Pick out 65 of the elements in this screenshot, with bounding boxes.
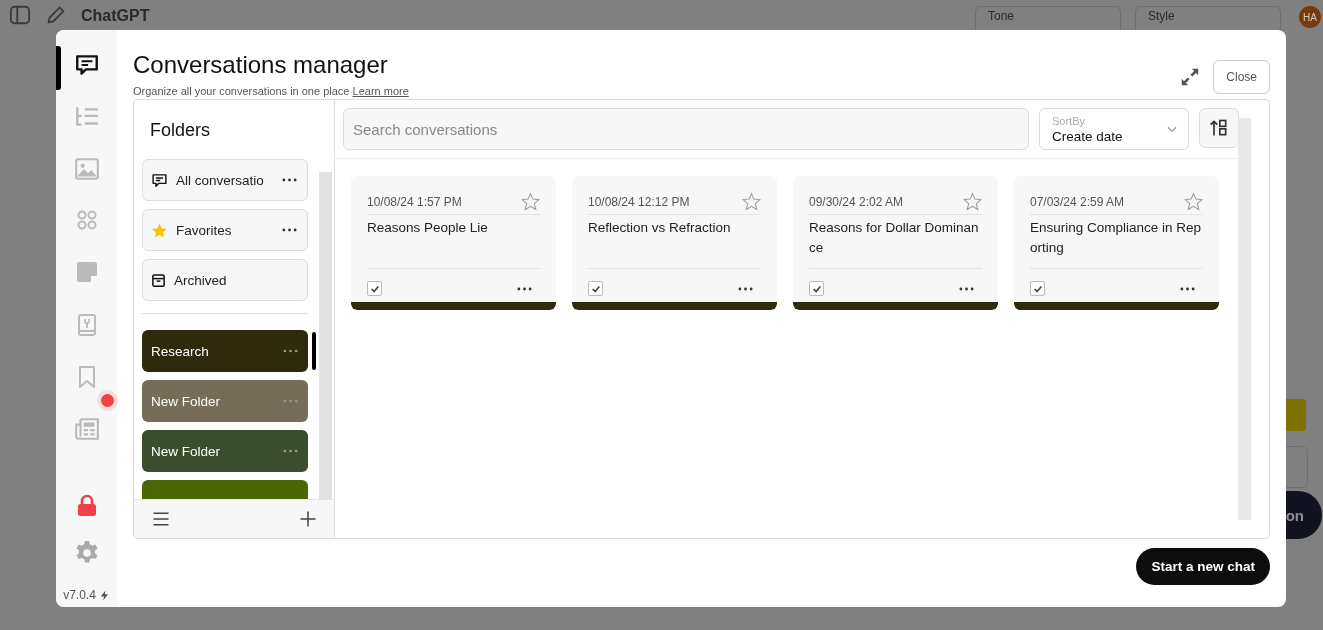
star-icon[interactable] [742, 192, 761, 211]
conversation-date: 09/30/24 2:02 AM [809, 194, 904, 209]
scrollbar[interactable] [1238, 118, 1251, 520]
checkbox[interactable] [588, 281, 603, 296]
checkmark-icon [1032, 283, 1043, 294]
sidebar-toggle-icon[interactable] [9, 4, 31, 26]
folder-item[interactable]: New Folder [142, 380, 308, 422]
star-icon[interactable] [521, 192, 540, 211]
checkmark-icon [590, 283, 601, 294]
star-icon[interactable] [1184, 192, 1203, 211]
checkmark-icon [369, 283, 380, 294]
more-options-icon[interactable] [282, 228, 297, 232]
checkmark-icon [811, 283, 822, 294]
folder-item[interactable]: Favorites [142, 209, 308, 251]
add-icon[interactable] [299, 510, 317, 528]
sticky-note-icon[interactable] [74, 260, 99, 284]
folder-label: Favorites [176, 222, 233, 238]
sort-direction-button[interactable] [1199, 108, 1239, 148]
start-new-chat-button[interactable]: Start a new chat [1136, 548, 1270, 585]
more-options-icon[interactable] [283, 349, 298, 353]
folder-item[interactable]: All conversatio [142, 159, 308, 201]
conversation-title: Reflection vs Refraction [588, 218, 761, 269]
learn-more-link[interactable]: Learn more [352, 85, 409, 97]
conversation-card[interactable]: 10/08/24 1:57 PM Reasons People Lie [351, 176, 556, 310]
close-button[interactable]: Close [1213, 60, 1270, 94]
conversation-date: 07/03/24 2:59 AM [1030, 194, 1125, 209]
scrollbar[interactable] [319, 172, 332, 499]
more-options-icon[interactable] [738, 286, 753, 291]
folder-label: All conversatio [176, 172, 265, 188]
folder-label: Archived [174, 272, 228, 288]
conversation-card[interactable]: 09/30/24 2:02 AM Reasons for Dollar Dominance [793, 176, 998, 310]
more-options-icon[interactable] [1180, 286, 1195, 291]
edit-icon[interactable] [45, 4, 67, 26]
checkbox[interactable] [809, 281, 824, 296]
sort-icon [1209, 118, 1229, 138]
sort-dropdown[interactable]: SortBy Create date [1039, 108, 1189, 150]
folders-heading: Folders [149, 119, 212, 142]
more-options-icon[interactable] [517, 286, 532, 291]
conversation-card[interactable]: 10/08/24 12:12 PM Reflection vs Refraction [572, 176, 777, 310]
search-field[interactable]: Search conversations [343, 108, 1029, 150]
menu-icon[interactable] [151, 509, 171, 529]
star-icon [151, 221, 168, 239]
checkbox[interactable] [1030, 281, 1045, 296]
folder-item[interactable]: Archived [142, 259, 308, 301]
conversation-title: Ensuring Compliance in Reporting [1030, 218, 1203, 269]
newspaper-icon[interactable] [73, 416, 100, 442]
folder-item[interactable]: New Folder [142, 430, 308, 472]
archive-icon [151, 272, 166, 288]
image-icon[interactable] [73, 156, 100, 182]
avatar[interactable]: HA [1299, 6, 1321, 28]
chat-icon [151, 171, 168, 189]
conversation-card[interactable]: 07/03/24 2:59 AM Ensuring Compliance in Reporting [1014, 176, 1219, 310]
more-options-icon[interactable] [959, 286, 974, 291]
conversation-date: 10/08/24 1:57 PM [367, 194, 462, 209]
conversation-title: Reasons for Dollar Dominance [809, 218, 982, 269]
star-icon[interactable] [963, 192, 982, 211]
checkbox[interactable] [367, 281, 382, 296]
conversation-date: 10/08/24 12:12 PM [588, 194, 690, 209]
conversation-title: Reasons People Lie [367, 218, 540, 269]
more-options-icon[interactable] [282, 178, 297, 182]
version-label: v7.0.4 [63, 588, 96, 602]
dialog-title: Conversations manager [133, 51, 389, 79]
chat-icon[interactable] [73, 52, 100, 78]
dialog-subtitle: Organize all your conversations in one place [133, 85, 350, 97]
app-title[interactable]: ChatGPT [81, 7, 150, 25]
